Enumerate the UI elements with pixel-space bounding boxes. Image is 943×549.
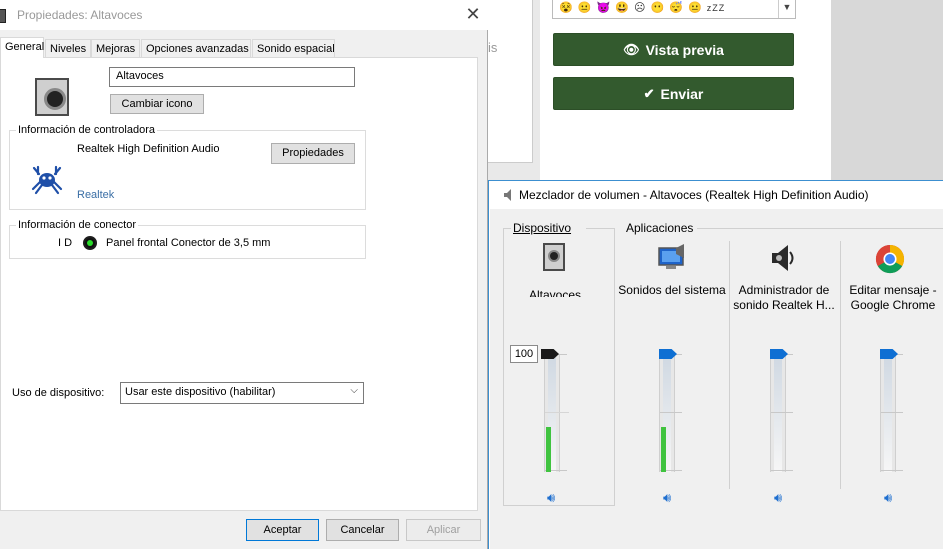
channel-label-system-sounds: Sonidos del sistema (618, 283, 726, 297)
channel-label-chrome: Editar mensaje - Google Chrome (849, 283, 937, 312)
slider-tick (660, 412, 682, 413)
mixer-body: Dispositivo Aplicaciones Altavoces 100 🔊… (490, 209, 943, 549)
mute-speaker-icon[interactable]: 🔊︎ (884, 491, 902, 505)
emoji-strip: 😵 😐 👿 😃 ☹ 😶 😴 😐 zZZ (559, 2, 726, 14)
preview-button-label: Vista previa (645, 41, 724, 58)
controller-name: Realtek High Definition Audio (77, 143, 220, 155)
title-bar: Propiedades: Altavoces ✕ (0, 0, 488, 30)
device-name-input[interactable]: Altavoces (109, 67, 355, 87)
divider (840, 241, 841, 489)
slider-tick (881, 470, 903, 471)
ok-button[interactable]: Aceptar (246, 519, 319, 541)
volume-slider-chrome[interactable] (880, 354, 896, 472)
mute-speaker-icon[interactable]: 🔊︎ (663, 491, 681, 505)
close-icon[interactable]: ✕ (463, 4, 483, 24)
device-usage-select[interactable]: Usar este dispositivo (habilitar) ⌵ (120, 382, 364, 404)
connector-description: Panel frontal Conector de 3,5 mm (106, 237, 271, 249)
volume-slider-realtek[interactable] (770, 354, 786, 472)
slider-tick (545, 412, 569, 413)
volume-mixer-window: Mezclador de volumen - Altavoces (Realte… (488, 180, 943, 549)
web-left-panel: is (488, 0, 533, 163)
slider-tick (881, 412, 903, 413)
web-partial-text: is (488, 40, 498, 55)
divider (697, 228, 943, 229)
speaker-device-icon (538, 243, 570, 275)
tab-levels[interactable]: Niveles (45, 39, 91, 57)
speaker-device-icon (35, 78, 69, 116)
change-icon-button[interactable]: Cambiar icono (110, 94, 204, 114)
mixer-title-bar: Mezclador de volumen - Altavoces (Realte… (489, 181, 943, 209)
system-sounds-icon (656, 242, 688, 274)
divider (503, 228, 504, 506)
divider (503, 505, 615, 506)
speaker-title-icon (504, 189, 511, 201)
emoji-selector[interactable]: 😵 😐 👿 😃 ☹ 😶 😴 😐 zZZ ▼ (552, 0, 796, 19)
eye-icon: 👁 (623, 41, 640, 57)
channel-label-device: Altavoces (528, 288, 582, 297)
connector-group-label: Información de conector (16, 219, 139, 231)
slider-tick (771, 470, 793, 471)
device-section-label: Dispositivo (513, 221, 572, 235)
check-icon: ✔ (643, 85, 655, 101)
tab-advanced[interactable]: Opciones avanzadas (141, 39, 251, 57)
channel-label-realtek: Administrador de sonido Realtek H... (733, 283, 835, 312)
realtek-manager-icon (766, 242, 798, 274)
chevron-down-icon[interactable]: ▼ (778, 0, 795, 18)
slider-tick (771, 412, 793, 413)
level-meter-system-sounds (661, 427, 666, 472)
controller-group-label: Información de controladora (16, 124, 157, 136)
level-meter-device (546, 427, 551, 472)
speaker-small-icon (0, 9, 6, 23)
divider (729, 241, 730, 489)
connector-id-label: I D (58, 237, 73, 249)
device-usage-value: Usar este dispositivo (habilitar) (125, 386, 276, 398)
chevron-down-icon: ⌵ (350, 385, 358, 396)
tab-enhancements[interactable]: Mejoras (91, 39, 140, 57)
send-button-label: Enviar (660, 85, 704, 102)
manufacturer-link[interactable]: Realtek (77, 189, 114, 201)
divider (614, 228, 615, 506)
properties-dialog: Propiedades: Altavoces ✕ General Niveles… (0, 0, 488, 549)
tab-general[interactable]: General (0, 37, 44, 58)
mixer-title: Mezclador de volumen - Altavoces (Realte… (519, 188, 869, 202)
preview-button[interactable]: 👁 Vista previa (553, 33, 794, 66)
tab-spatial-sound[interactable]: Sonido espacial (252, 39, 335, 57)
apply-button[interactable]: Aplicar (406, 519, 481, 541)
chrome-icon (875, 244, 907, 276)
send-button[interactable]: ✔ Enviar (553, 77, 794, 110)
volume-percent-box: 100 (510, 345, 538, 363)
realtek-crab-icon (31, 165, 63, 195)
controller-properties-button[interactable]: Propiedades (271, 143, 355, 164)
jack-color-icon (83, 236, 97, 250)
divider (586, 228, 614, 229)
mute-speaker-icon[interactable]: 🔊︎ (547, 491, 565, 505)
mute-speaker-icon[interactable]: 🔊︎ (774, 491, 792, 505)
apps-section-label: Aplicaciones (626, 221, 694, 235)
divider (503, 228, 511, 229)
window-title: Propiedades: Altavoces (17, 8, 143, 22)
cancel-button[interactable]: Cancelar (326, 519, 399, 541)
device-usage-label: Uso de dispositivo: (12, 387, 105, 399)
